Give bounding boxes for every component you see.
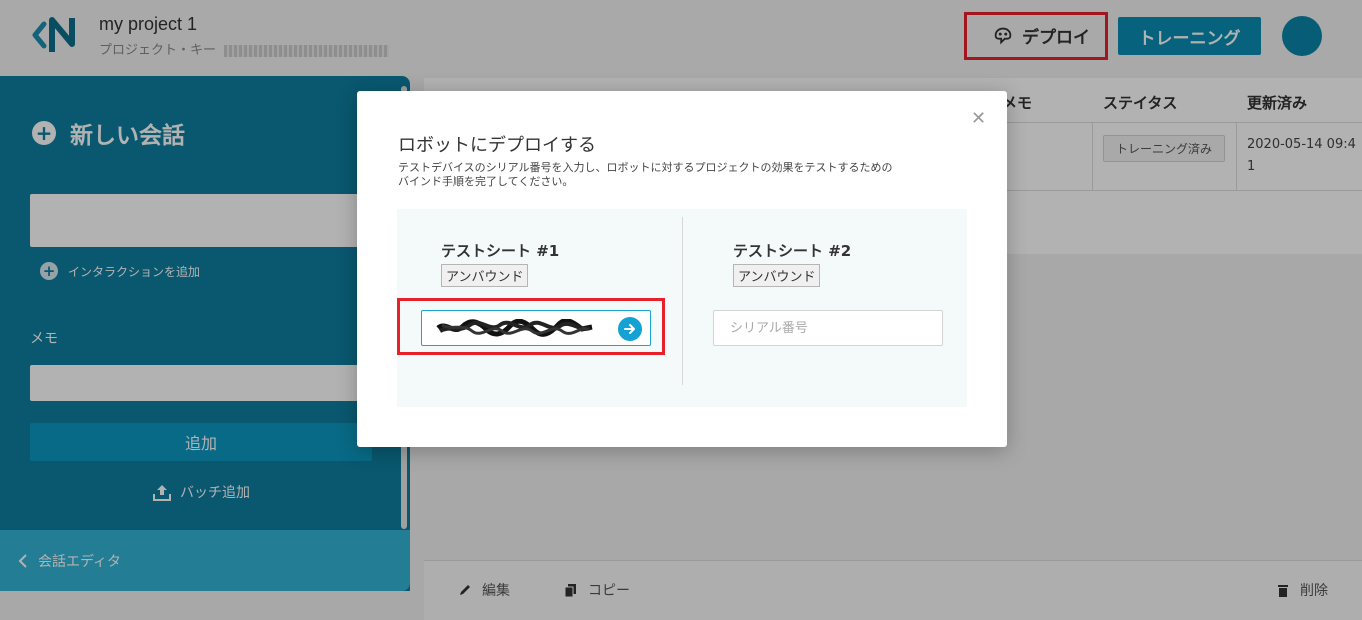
test-seats-area: テストシート #1 アンバウンド テストシート #2 アンバウンド [397,209,967,407]
seat-1-serial-input[interactable] [421,310,651,346]
seat-2-serial-input[interactable] [713,310,943,346]
seat-2-status-badge: アンバウンド [733,264,821,287]
seat-2-title: テストシート #2 [733,242,852,260]
seat-1-title: テストシート #1 [441,242,560,260]
dialog-description: テストデバイスのシリアル番号を入力し、ロボットに対するプロジェクトの効果をテスト… [398,161,893,188]
dialog-title: ロボットにデプロイする [398,135,596,156]
deploy-dialog: ✕ ロボットにデプロイする テストデバイスのシリアル番号を入力し、ロボットに対す… [357,91,1007,447]
close-icon[interactable]: ✕ [971,108,986,129]
seat-1-status-badge: アンバウンド [441,264,529,287]
redacted-serial [436,319,593,337]
seat-divider [682,217,683,385]
arrow-right-icon[interactable] [618,317,642,341]
